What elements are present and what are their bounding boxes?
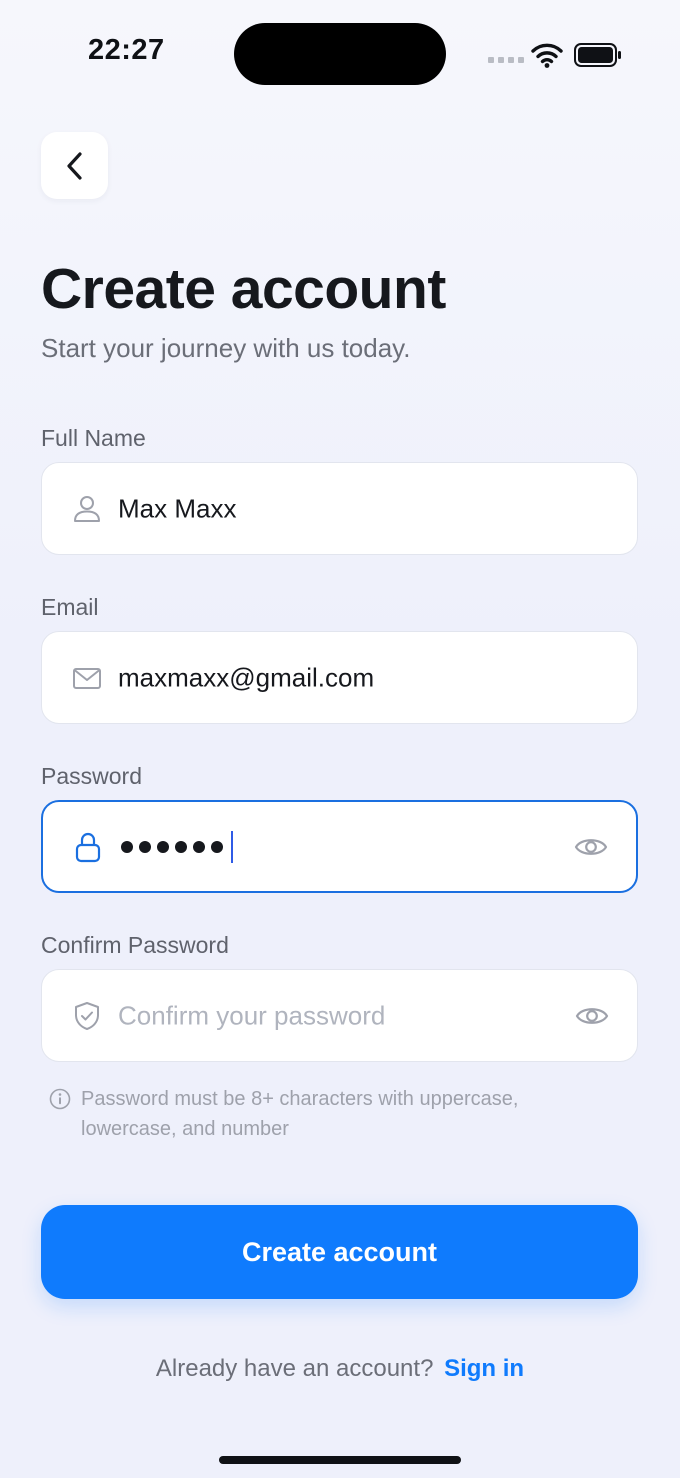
email-field[interactable]: maxmaxx@gmail.com [41, 631, 638, 724]
password-masked-value [121, 830, 233, 863]
page-subtitle: Start your journey with us today. [41, 333, 411, 363]
chevron-left-icon [66, 151, 82, 180]
full-name-value: Max Maxx [118, 493, 237, 523]
full-name-label: Full Name [41, 425, 146, 451]
full-name-field[interactable]: Max Maxx [41, 462, 638, 555]
person-icon [74, 495, 100, 522]
page-title: Create account [41, 257, 446, 321]
signin-link[interactable]: Sign in [444, 1355, 524, 1382]
envelope-icon [73, 667, 101, 689]
password-field[interactable] [41, 800, 638, 893]
info-icon [49, 1088, 71, 1110]
eye-icon[interactable] [574, 835, 608, 859]
password-hint-text: Password must be 8+ characters with uppe… [81, 1088, 519, 1140]
confirm-password-placeholder: Confirm your password [118, 1000, 386, 1030]
status-time: 22:27 [88, 34, 165, 66]
back-button[interactable] [41, 132, 108, 199]
home-indicator [219, 1456, 461, 1464]
signin-prompt-row: Already have an account? Sign in [0, 1355, 680, 1383]
signin-prompt-text: Already have an account? [155, 1355, 434, 1382]
confirm-password-field[interactable]: Confirm your password [41, 969, 638, 1062]
create-account-button[interactable]: Create account [41, 1205, 638, 1299]
shield-check-icon [75, 1001, 99, 1030]
password-hint: Password must be 8+ characters with uppe… [49, 1084, 609, 1144]
eye-icon[interactable] [575, 1004, 609, 1028]
password-label: Password [41, 763, 142, 789]
lock-icon [75, 832, 101, 862]
confirm-password-label: Confirm Password [41, 932, 229, 958]
wifi-icon [531, 43, 563, 68]
dynamic-island [234, 23, 446, 85]
text-caret [231, 830, 233, 863]
email-value: maxmaxx@gmail.com [118, 662, 375, 692]
battery-icon [574, 43, 621, 67]
cellular-signal-icon [488, 57, 524, 63]
email-label: Email [41, 594, 99, 620]
